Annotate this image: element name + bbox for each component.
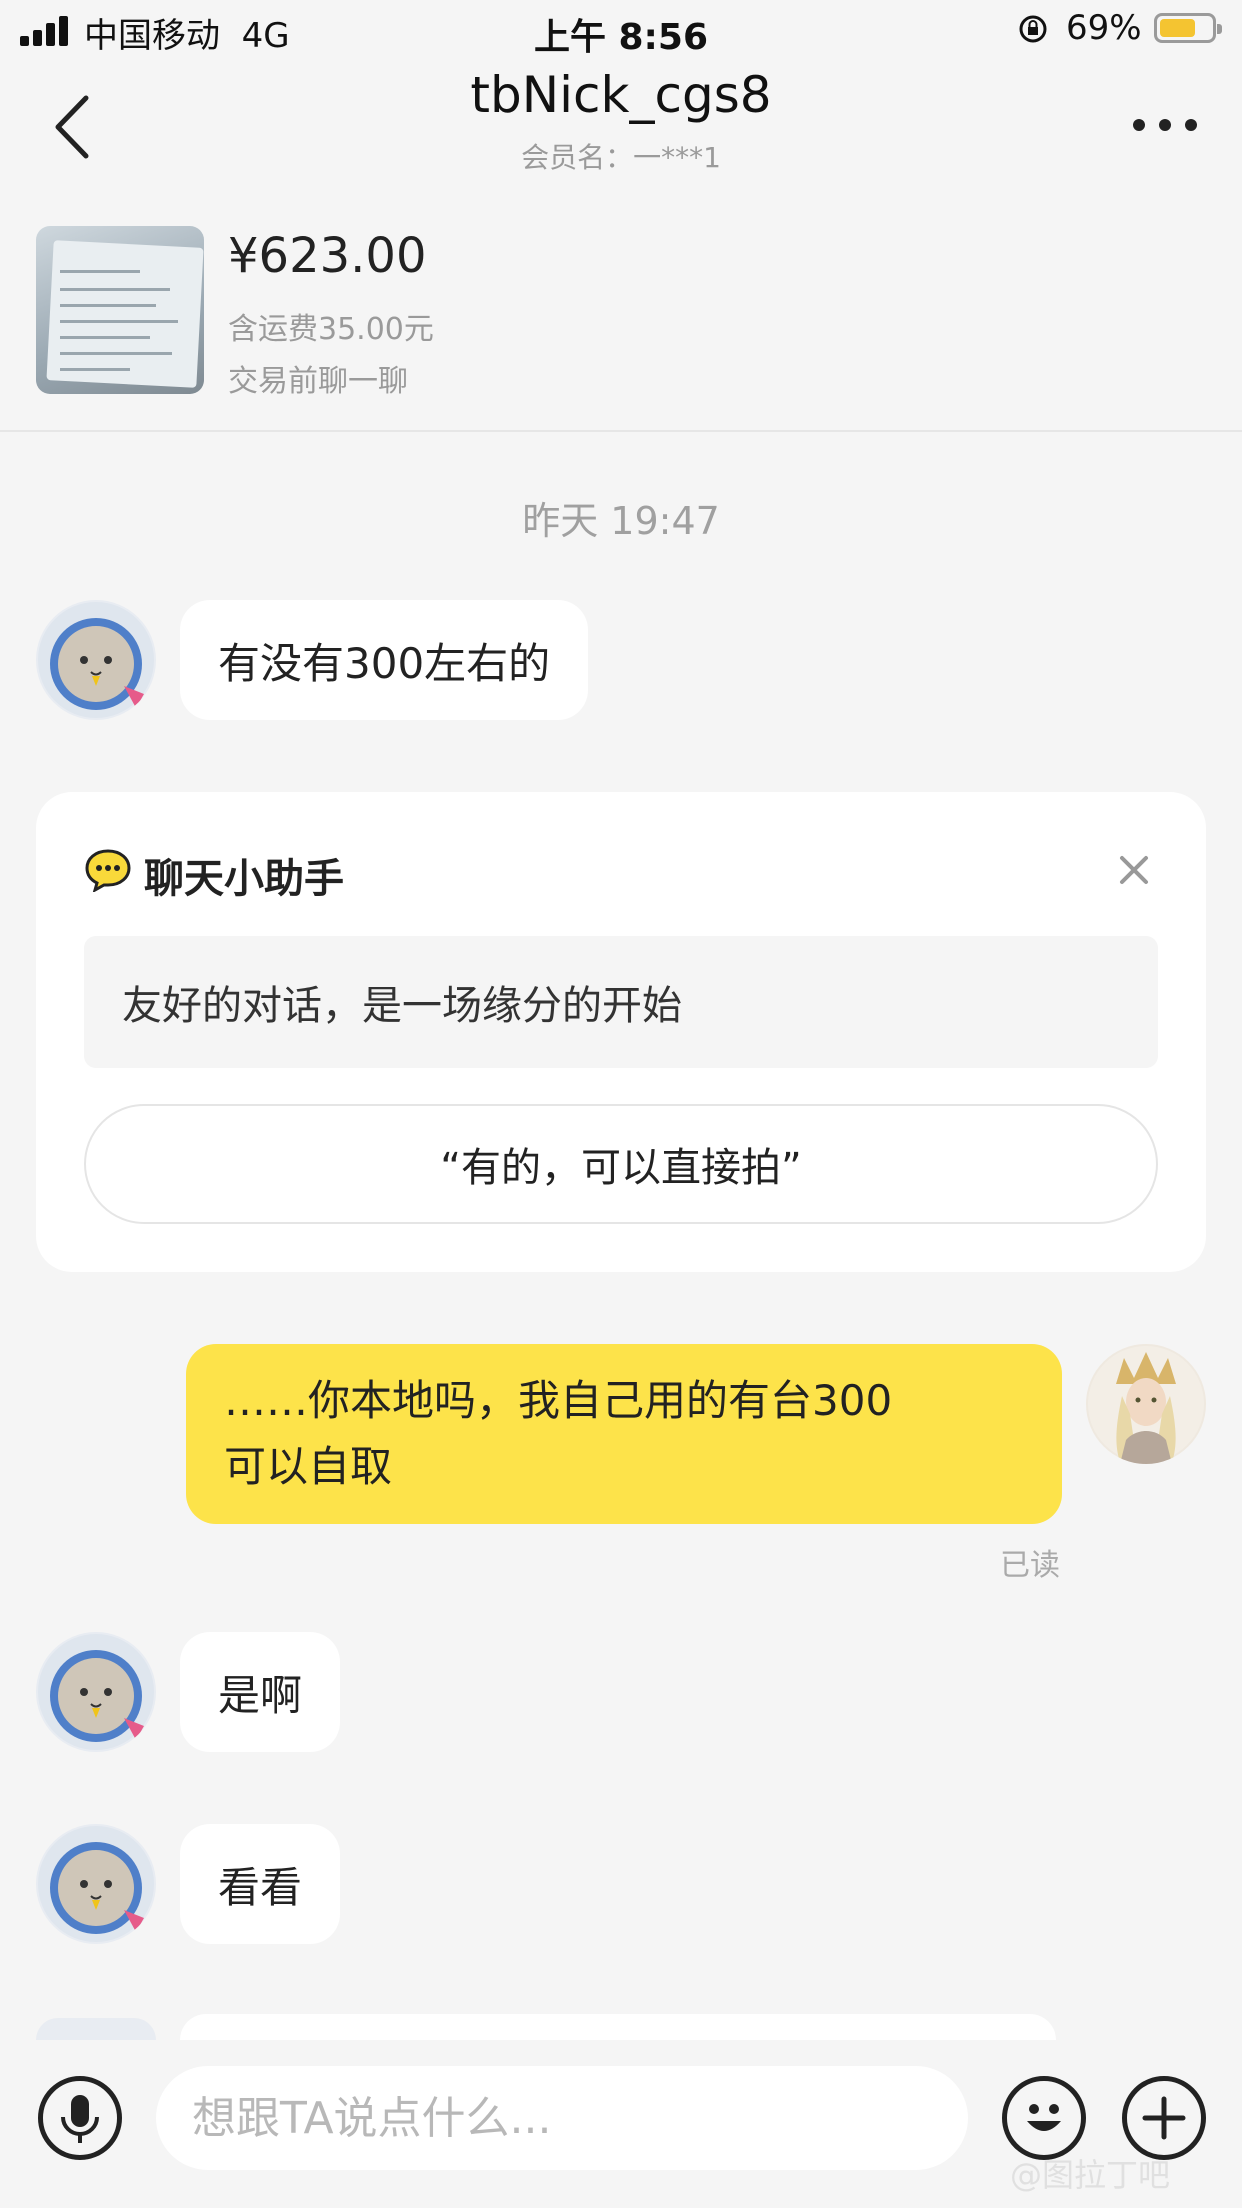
cat-avatar-icon bbox=[38, 1826, 154, 1942]
pre-trade-note: 交易前聊一聊 bbox=[228, 364, 408, 399]
message-bubble-incoming[interactable]: 看看 bbox=[180, 1824, 341, 1944]
more-dots-icon[interactable] bbox=[1130, 110, 1200, 140]
member-name: 会员名：一***1 bbox=[521, 141, 721, 174]
smiley-icon bbox=[1027, 2104, 1061, 2131]
microphone-icon bbox=[61, 2095, 99, 2143]
voice-button[interactable] bbox=[38, 2076, 122, 2160]
character-avatar-icon bbox=[1088, 1346, 1204, 1464]
message-bubble-incoming[interactable]: 是啊 bbox=[180, 1632, 341, 1752]
assistant-title: 聊天小助手 bbox=[144, 856, 344, 902]
assistant-tip: 友好的对话，是一场缘分的开始 bbox=[84, 936, 1158, 1068]
close-icon[interactable] bbox=[1116, 852, 1152, 888]
battery-icon bbox=[1154, 13, 1222, 43]
page-title: tbNick_cgs8 bbox=[470, 66, 772, 124]
read-status: 已读 bbox=[1000, 1548, 1060, 1583]
plus-icon bbox=[1142, 2096, 1186, 2140]
message-bubble-outgoing[interactable]: ……你本地吗，我自己用的有台300 可以自取 bbox=[186, 1344, 1062, 1524]
avatar bbox=[36, 2018, 156, 2040]
avatar[interactable] bbox=[36, 600, 156, 720]
chat-timestamp: 昨天 19:47 bbox=[522, 499, 720, 543]
chat-bubble-icon bbox=[85, 849, 131, 892]
battery-percent: 69% bbox=[1066, 8, 1142, 48]
product-thumbnail[interactable] bbox=[36, 226, 204, 394]
cat-avatar-icon bbox=[38, 1634, 154, 1750]
add-button[interactable] bbox=[1122, 2076, 1206, 2160]
message-bubble-incoming[interactable]: 有没有300左右的 bbox=[180, 600, 589, 720]
avatar[interactable] bbox=[36, 1632, 156, 1752]
message-bubble-incoming bbox=[180, 2014, 1056, 2040]
watermark: @图拉丁吧 bbox=[1010, 2156, 1171, 2194]
cat-avatar-icon bbox=[38, 602, 154, 718]
product-price: ¥623.00 bbox=[228, 228, 427, 284]
rotation-lock-icon bbox=[1019, 15, 1047, 43]
avatar[interactable] bbox=[36, 1824, 156, 1944]
clock: 上午 8:56 bbox=[533, 17, 709, 58]
shipping-fee: 含运费35.00元 bbox=[228, 312, 434, 347]
status-bar: 中国移动 4G 上午 8:56 69% bbox=[0, 0, 1242, 62]
emoji-button[interactable] bbox=[1002, 2076, 1086, 2160]
my-avatar[interactable] bbox=[1086, 1344, 1206, 1464]
suggested-reply-button[interactable]: “有的，可以直接拍” bbox=[84, 1104, 1158, 1224]
message-input[interactable] bbox=[156, 2066, 968, 2170]
